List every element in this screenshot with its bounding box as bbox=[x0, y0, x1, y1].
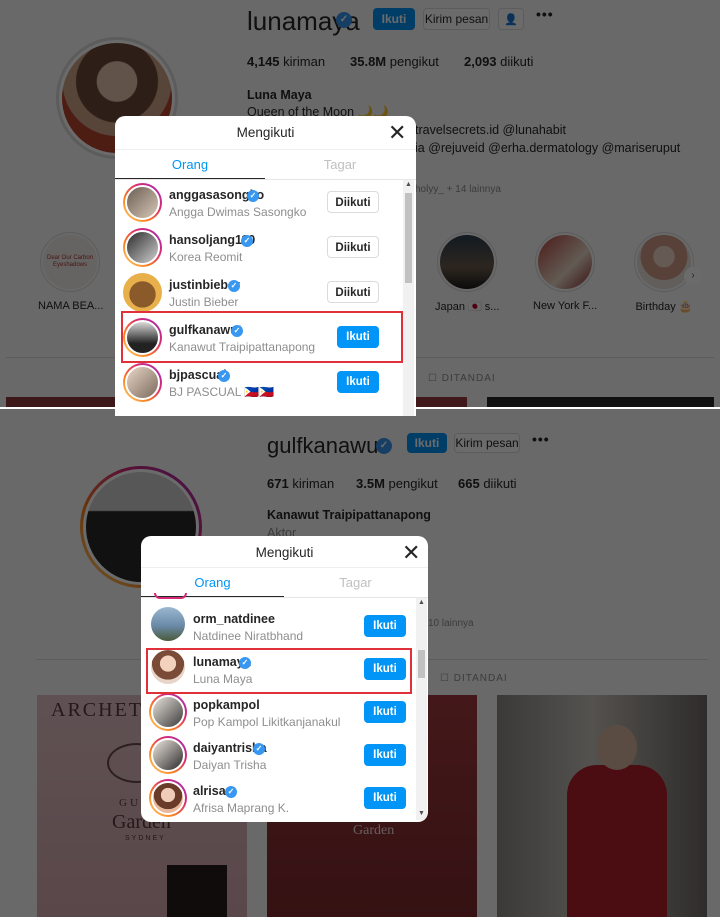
row-full-name: Daiyan Trisha bbox=[193, 758, 267, 772]
scroll-down-arrow[interactable]: ▼ bbox=[418, 810, 425, 817]
tab-people[interactable]: Orang bbox=[141, 575, 284, 590]
row-avatar[interactable] bbox=[149, 779, 187, 817]
row-avatar[interactable] bbox=[123, 228, 162, 267]
following-row[interactable]: anggasasongko ✓ Angga Dwimas Sasongko Di… bbox=[115, 180, 403, 225]
row-avatar[interactable] bbox=[123, 273, 162, 312]
highlight-box bbox=[121, 311, 403, 363]
tagged-icon: ☐ bbox=[440, 673, 450, 684]
profile-full-name: Kanawut Traipipattanapong bbox=[267, 508, 431, 522]
modal-title: Mengikuti bbox=[236, 125, 295, 140]
verified-badge-icon: ✓ bbox=[218, 370, 230, 382]
tab-tagged[interactable]: ☐ DITANDAI bbox=[428, 373, 496, 384]
highlight-box bbox=[146, 648, 412, 694]
more-options-icon[interactable]: ••• bbox=[532, 431, 550, 447]
tab-tagged[interactable]: ☐ DITANDAI bbox=[440, 673, 508, 684]
chevron-right-icon[interactable]: › bbox=[684, 267, 702, 285]
profile-bio-line-2[interactable]: travelsecrets.id @lunahabit bbox=[415, 123, 566, 137]
row-full-name: Angga Dwimas Sasongko bbox=[169, 205, 307, 219]
verified-badge-icon: ✓ bbox=[336, 12, 352, 28]
add-user-icon: 👤 bbox=[504, 14, 518, 26]
following-count[interactable]: 665 diikuti bbox=[458, 476, 517, 491]
row-avatar[interactable] bbox=[123, 183, 162, 222]
tab-hashtags[interactable]: Tagar bbox=[284, 575, 427, 590]
following-row[interactable]: hansoljang110 ✓ Korea Reomit Diikuti bbox=[115, 225, 403, 270]
following-row[interactable]: alrisaa ✓ Afrisa Maprang K. Ikuti bbox=[141, 776, 416, 821]
follow-button[interactable]: Ikuti bbox=[364, 615, 406, 637]
highlight-nama-beauty[interactable]: Dear Our Carbon Eyeshadows NAMA BEA... bbox=[38, 232, 104, 312]
follow-button[interactable]: Ikuti bbox=[364, 744, 406, 766]
verified-badge-icon: ✓ bbox=[228, 280, 240, 292]
row-full-name: BJ PASCUAL 🇵🇭🇵🇭 bbox=[169, 385, 275, 399]
follow-button[interactable]: Ikuti bbox=[337, 371, 379, 393]
modal-title: Mengikuti bbox=[255, 545, 314, 560]
tagged-icon: ☐ bbox=[428, 373, 438, 384]
following-button[interactable]: Diikuti bbox=[327, 191, 379, 213]
scrollbar[interactable]: ▲ bbox=[403, 180, 414, 416]
following-row[interactable]: bjpascual ✓ BJ PASCUAL 🇵🇭🇵🇭 Ikuti bbox=[115, 360, 403, 405]
verified-badge-icon: ✓ bbox=[241, 235, 253, 247]
highlight-japan[interactable]: Japan 🇯🇵 s... bbox=[435, 232, 499, 313]
tab-hashtags[interactable]: Tagar bbox=[265, 157, 415, 172]
highlight-label: Japan 🇯🇵 s... bbox=[435, 301, 500, 313]
profile-full-name: Luna Maya bbox=[247, 88, 312, 102]
post-thumbnail[interactable] bbox=[497, 695, 707, 917]
following-row[interactable]: daiyantrisha ✓ Daiyan Trisha Ikuti bbox=[141, 733, 416, 778]
row-full-name: Korea Reomit bbox=[169, 250, 243, 264]
row-full-name: Natdinee Niratbhand bbox=[193, 629, 304, 643]
follow-button[interactable]: Ikuti bbox=[407, 433, 447, 453]
row-avatar[interactable] bbox=[149, 736, 187, 774]
verified-badge-icon: ✓ bbox=[225, 786, 237, 798]
highlight-label: New York F... bbox=[533, 300, 598, 312]
posts-count: 671 kiriman bbox=[267, 476, 335, 491]
modal-header-divider bbox=[115, 149, 416, 150]
more-options-icon[interactable]: ••• bbox=[536, 6, 554, 22]
follow-button[interactable]: Ikuti bbox=[373, 8, 415, 30]
modal-header-divider bbox=[141, 567, 428, 568]
row-avatar[interactable] bbox=[149, 693, 187, 731]
following-row[interactable]: orm_natdinee Natdinee Niratbhand Ikuti bbox=[141, 604, 416, 649]
row-full-name: Pop Kampol Likitkanjanakul bbox=[193, 715, 341, 729]
row-avatar[interactable] bbox=[123, 363, 162, 402]
row-full-name: Afrisa Maprang K. bbox=[193, 801, 290, 815]
tab-people[interactable]: Orang bbox=[115, 157, 265, 172]
row-full-name: Justin Bieber bbox=[169, 295, 239, 309]
highlight-label: NAMA BEA... bbox=[38, 300, 104, 312]
followers-count[interactable]: 35.8M pengikut bbox=[350, 54, 439, 69]
profile-bio-line-3[interactable]: ia @rejuveid @erha.dermatology @mariseru… bbox=[415, 141, 680, 155]
close-icon[interactable]: ✕ bbox=[402, 542, 420, 564]
verified-badge-icon: ✓ bbox=[376, 438, 392, 454]
following-button[interactable]: Diikuti bbox=[327, 236, 379, 258]
following-row[interactable]: justinbieber ✓ Justin Bieber Diikuti bbox=[115, 270, 403, 315]
add-user-button[interactable]: 👤 bbox=[498, 8, 524, 30]
row-avatar-partial bbox=[154, 593, 187, 599]
row-username[interactable]: popkampol bbox=[193, 698, 260, 712]
post-thumbnail[interactable] bbox=[487, 397, 714, 407]
following-row[interactable]: popkampol Pop Kampol Likitkanjanakul Iku… bbox=[141, 690, 416, 735]
scrollbar[interactable]: ▲ ▼ bbox=[416, 598, 427, 820]
row-username[interactable]: orm_natdinee bbox=[193, 612, 275, 626]
following-modal: Mengikuti ✕ Orang Tagar ▲ anggasasongko … bbox=[115, 116, 416, 416]
followed-by-text[interactable]: holyy_ + 14 lainnya bbox=[415, 184, 501, 195]
followers-count[interactable]: 3.5M pengikut bbox=[356, 476, 438, 491]
highlight-new-york[interactable]: New York F... bbox=[533, 232, 597, 312]
message-button[interactable]: Kirim pesan bbox=[454, 433, 520, 453]
profile-username: gulfkanawut bbox=[267, 433, 385, 458]
posts-count: 4,145 kiriman bbox=[247, 54, 326, 69]
following-count[interactable]: 2,093 diikuti bbox=[464, 54, 533, 69]
scroll-up-arrow[interactable]: ▲ bbox=[418, 599, 425, 606]
highlight-label: Birthday 🎂 bbox=[635, 301, 693, 313]
scroll-up-arrow[interactable]: ▲ bbox=[405, 181, 412, 188]
scroll-thumb[interactable] bbox=[405, 193, 412, 283]
followed-by-text[interactable]: 10 lainnya bbox=[428, 618, 474, 629]
following-button[interactable]: Diikuti bbox=[327, 281, 379, 303]
follow-button[interactable]: Ikuti bbox=[364, 701, 406, 723]
verified-badge-icon: ✓ bbox=[253, 743, 265, 755]
verified-badge-icon: ✓ bbox=[247, 190, 259, 202]
scroll-thumb[interactable] bbox=[418, 650, 425, 678]
row-avatar[interactable] bbox=[151, 607, 185, 641]
message-button[interactable]: Kirim pesan bbox=[423, 8, 490, 30]
follow-button[interactable]: Ikuti bbox=[364, 787, 406, 809]
close-icon[interactable]: ✕ bbox=[388, 122, 406, 144]
